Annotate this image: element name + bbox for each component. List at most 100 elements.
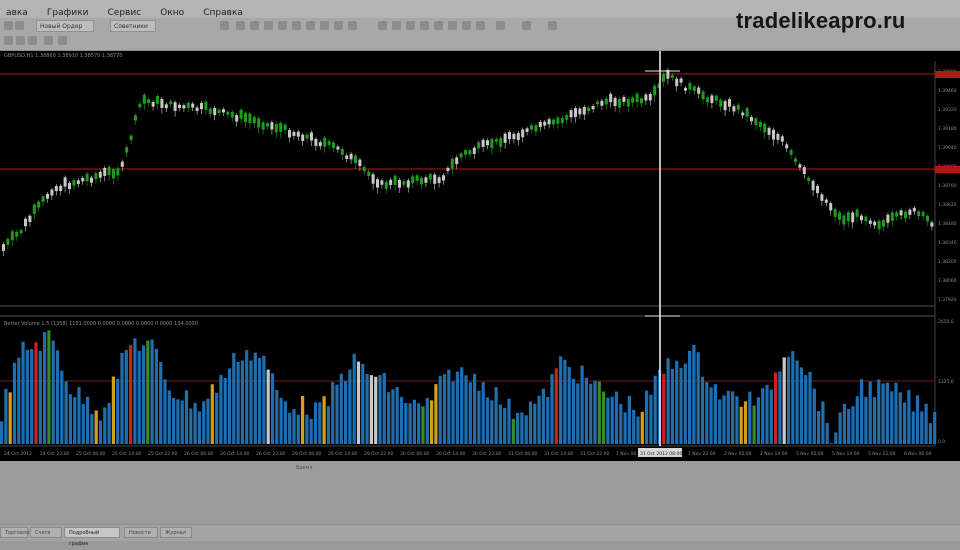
periods-icon[interactable] <box>522 21 531 30</box>
candle-body <box>134 115 137 121</box>
volume-bar <box>589 383 593 444</box>
text-tool-icon[interactable] <box>58 36 67 45</box>
candle-body <box>600 100 604 106</box>
candle-body <box>494 138 498 142</box>
candle-body <box>644 94 648 101</box>
candle-body <box>279 123 283 132</box>
volume-bar <box>68 394 72 444</box>
candle-body <box>582 106 586 115</box>
menu-item-file[interactable]: авка <box>0 5 36 18</box>
volume-bar <box>124 349 128 444</box>
vertical-line-icon[interactable] <box>16 36 25 45</box>
volume-bar <box>387 392 391 444</box>
candle-body <box>208 108 212 114</box>
indicators-icon[interactable] <box>496 21 505 30</box>
period-h4-icon[interactable] <box>306 21 315 30</box>
price-tick-label: 1.38200 <box>938 259 957 265</box>
menu-item-tools[interactable]: Сервис <box>102 5 150 18</box>
volume-bar <box>163 379 167 444</box>
horizontal-line-icon[interactable] <box>28 36 37 45</box>
chart-shift-icon[interactable] <box>476 21 485 30</box>
chart-window[interactable]: 1.396001.394601.393201.391801.390401.389… <box>0 51 960 461</box>
candle-body <box>261 122 265 130</box>
period-m15-icon[interactable] <box>264 21 273 30</box>
experts-button[interactable]: Советники <box>110 20 156 32</box>
trendline-icon[interactable] <box>44 36 53 45</box>
menu-item-charts[interactable]: Графики <box>41 5 97 18</box>
candle-body <box>503 133 507 143</box>
zoom-out-icon[interactable] <box>434 21 443 30</box>
candle-body <box>622 96 626 102</box>
period-m1-icon[interactable] <box>236 21 245 30</box>
new-chart-icon[interactable] <box>4 21 13 30</box>
period-w1-icon[interactable] <box>334 21 343 30</box>
time-tick-label: 30 Oct 22:00 <box>472 451 501 457</box>
volume-bar <box>25 349 29 444</box>
volume-bar <box>434 384 438 444</box>
time-tick-label: 26 Oct 14:00 <box>220 451 249 457</box>
volume-bar <box>60 370 64 444</box>
autoscroll-icon[interactable] <box>462 21 471 30</box>
candle-body <box>706 97 709 103</box>
candle-body <box>340 148 344 155</box>
candle-body <box>679 78 683 83</box>
volume-bar <box>516 412 520 444</box>
candle-body <box>714 95 718 101</box>
volume-bar <box>464 375 468 444</box>
new-order-button[interactable]: Новый Ордер <box>36 20 94 32</box>
tile-windows-icon[interactable] <box>448 21 457 30</box>
zoom-in-icon[interactable] <box>420 21 429 30</box>
period-mn-icon[interactable] <box>348 21 357 30</box>
volume-bar <box>696 352 700 444</box>
period-m5-icon[interactable] <box>250 21 259 30</box>
cursor-icon[interactable] <box>220 21 229 30</box>
candle-body <box>112 169 115 179</box>
volume-bar <box>812 388 816 444</box>
price-tick-label: 1.38760 <box>938 183 957 189</box>
candle-body <box>807 177 811 182</box>
price-chart[interactable]: 1.396001.394601.393201.391801.390401.389… <box>0 51 960 461</box>
volume-bar <box>550 374 554 444</box>
templates-icon[interactable] <box>548 21 557 30</box>
profiles-icon[interactable] <box>15 21 24 30</box>
tab-accounts[interactable]: Счета <box>30 527 62 538</box>
volume-bar <box>649 394 653 444</box>
period-h1-icon[interactable] <box>292 21 301 30</box>
candle-body <box>569 110 573 118</box>
volume-bar <box>318 402 322 444</box>
time-tick-label: 5 Nov 06:00 <box>796 451 824 457</box>
volume-bar <box>700 376 705 444</box>
menu-item-help[interactable]: Справка <box>197 5 251 18</box>
candle-body <box>780 136 784 142</box>
volume-bar <box>481 382 485 444</box>
period-d1-icon[interactable] <box>320 21 329 30</box>
volume-bar <box>21 341 25 444</box>
candle-body <box>318 142 322 147</box>
volume-tick-label: 1325.0 <box>938 379 954 385</box>
candlestick-icon[interactable] <box>392 21 401 30</box>
crosshair-tool-icon[interactable] <box>4 36 13 45</box>
candle-body <box>860 215 863 221</box>
tab-journal[interactable]: Журнал <box>160 527 192 538</box>
menu-item-window[interactable]: Окно <box>154 5 192 18</box>
volume-bar <box>77 387 81 444</box>
candle-body <box>274 124 278 133</box>
volume-bar <box>103 407 107 444</box>
time-caption: Время <box>296 465 313 471</box>
line-chart-icon[interactable] <box>406 21 415 30</box>
period-m30-icon[interactable] <box>278 21 287 30</box>
chart-window-title: GBPUSD,H1 1.38860 1.38910 1.38570 1.3877… <box>4 53 123 59</box>
volume-bar <box>365 373 369 444</box>
candle-body <box>354 155 357 164</box>
volume-bar <box>73 397 77 444</box>
time-tick-label: 6 Nov 06:00 <box>904 451 932 457</box>
bar-chart-icon[interactable] <box>378 21 387 30</box>
tab-news[interactable]: Новости <box>124 527 158 538</box>
tab-trade[interactable]: Торговля <box>0 527 29 538</box>
tab-detailed-chart[interactable]: Подробный график <box>64 527 120 547</box>
candle-body <box>899 210 903 216</box>
volume-bar <box>339 373 343 444</box>
volume-bar <box>881 383 885 444</box>
candle-body <box>68 182 71 190</box>
volume-bar <box>503 407 507 444</box>
